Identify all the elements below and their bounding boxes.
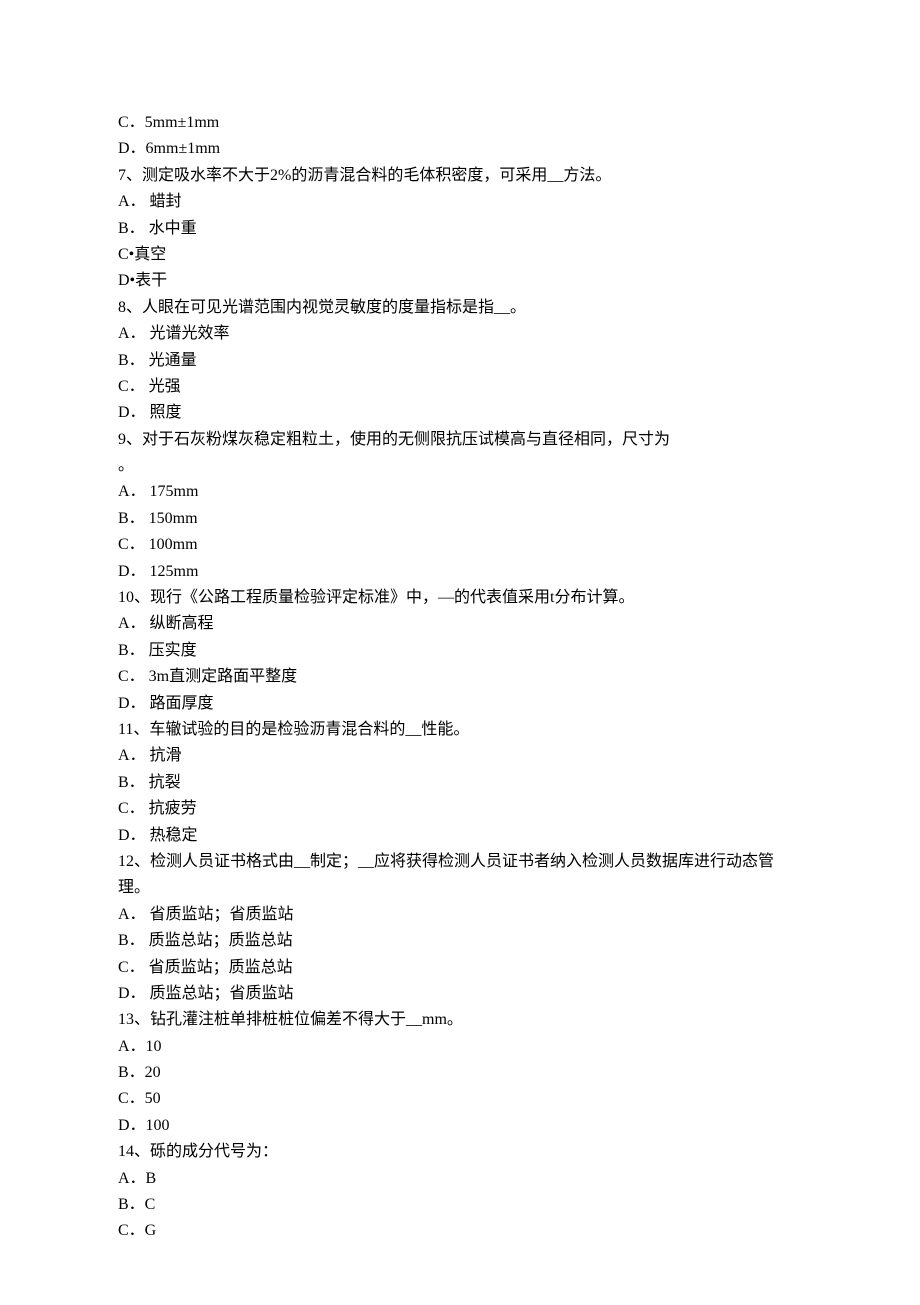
text-line: C．G (118, 1218, 802, 1244)
text-line: D．100 (118, 1113, 802, 1139)
text-line: 9、对于石灰粉煤灰稳定粗粒土，使用的无侧限抗压试模高与直径相同，尺寸为 (118, 427, 802, 453)
text-line: B． 质监总站；质监总站 (118, 928, 802, 954)
text-line: C． 抗疲劳 (118, 796, 802, 822)
text-line: A． 光谱光效率 (118, 321, 802, 347)
text-line: A． 抗滑 (118, 743, 802, 769)
text-line: A． 蜡封 (118, 189, 802, 215)
text-line: 。 (118, 453, 802, 479)
text-line: A． 省质监站；省质监站 (118, 902, 802, 928)
document-page: C．5mm±1mmD．6mm±1mm7、测定吸水率不大于2%的沥青混合料的毛体积… (0, 0, 920, 1305)
text-line: 8、人眼在可见光谱范围内视觉灵敏度的度量指标是指__。 (118, 295, 802, 321)
text-line: A．B (118, 1166, 802, 1192)
text-line: B． 水中重 (118, 216, 802, 242)
text-line: B． 光通量 (118, 348, 802, 374)
text-line: B．C (118, 1192, 802, 1218)
text-line: D．6mm±1mm (118, 136, 802, 162)
text-line: C． 3m直测定路面平整度 (118, 664, 802, 690)
text-line: C． 省质监站；质监总站 (118, 955, 802, 981)
text-line: D． 125mm (118, 559, 802, 585)
text-line: C•真空 (118, 242, 802, 268)
text-line: A． 纵断高程 (118, 611, 802, 637)
text-line: D． 照度 (118, 400, 802, 426)
document-body: C．5mm±1mmD．6mm±1mm7、测定吸水率不大于2%的沥青混合料的毛体积… (118, 110, 802, 1245)
text-line: B． 抗裂 (118, 770, 802, 796)
text-line: C．5mm±1mm (118, 110, 802, 136)
text-line: D． 热稳定 (118, 823, 802, 849)
text-line: 13、钻孔灌注桩单排桩桩位偏差不得大于__mm。 (118, 1007, 802, 1033)
text-line: A．10 (118, 1034, 802, 1060)
text-line: 12、检测人员证书格式由__制定；__应将获得检测人员证书者纳入检测人员数据库进… (118, 849, 802, 902)
text-line: D． 路面厚度 (118, 691, 802, 717)
text-line: 10、现行《公路工程质量检验评定标准》中，—的代表值采用t分布计算。 (118, 585, 802, 611)
text-line: 11、车辙试验的目的是检验沥青混合料的__性能。 (118, 717, 802, 743)
text-line: A． 175mm (118, 479, 802, 505)
text-line: D． 质监总站；省质监站 (118, 981, 802, 1007)
text-line: D•表干 (118, 268, 802, 294)
text-line: 7、测定吸水率不大于2%的沥青混合料的毛体积密度，可采用__方法。 (118, 163, 802, 189)
text-line: C． 光强 (118, 374, 802, 400)
text-line: B． 压实度 (118, 638, 802, 664)
text-line: B． 150mm (118, 506, 802, 532)
text-line: B．20 (118, 1060, 802, 1086)
text-line: 14、砾的成分代号为： (118, 1139, 802, 1165)
text-line: C．50 (118, 1086, 802, 1112)
text-line: C． 100mm (118, 532, 802, 558)
